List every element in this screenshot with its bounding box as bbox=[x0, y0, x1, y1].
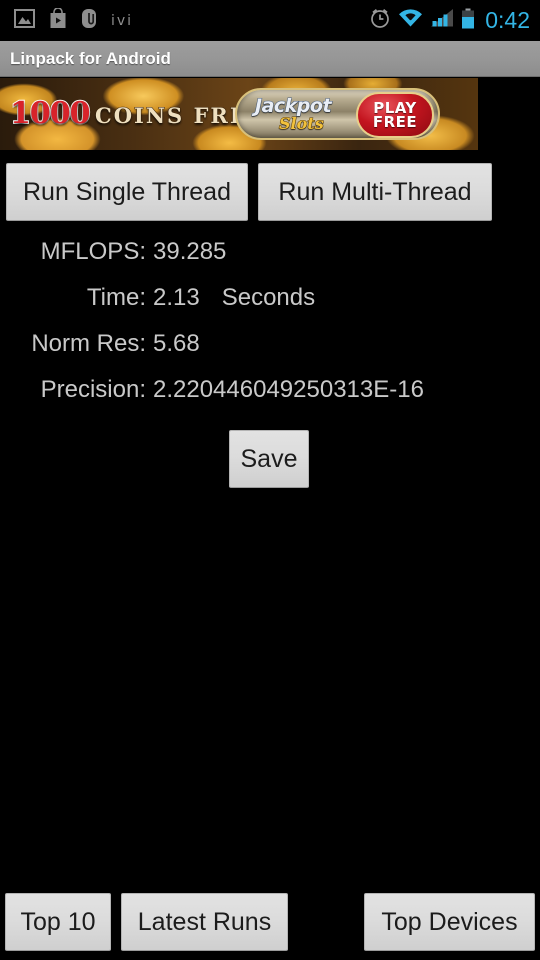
top-10-button[interactable]: Top 10 bbox=[5, 893, 111, 951]
app-title: Linpack for Android bbox=[10, 48, 171, 68]
ad-headline-number: 1000 bbox=[9, 95, 91, 132]
app-title-bar: Linpack for Android bbox=[0, 41, 540, 77]
status-bar-system-icons: 0:42 bbox=[369, 7, 540, 34]
result-row-mflops: MFLOPS: 39.285 bbox=[0, 238, 478, 284]
result-row-time: Time: 2.13 Seconds bbox=[0, 284, 478, 330]
bottom-button-bar: Top 10 Latest Runs Top Devices bbox=[0, 893, 540, 951]
result-value: 5.68 bbox=[153, 330, 200, 357]
result-unit: Seconds bbox=[221, 284, 316, 311]
result-value: 2.13 bbox=[153, 284, 200, 311]
run-single-thread-button[interactable]: Run Single Thread bbox=[6, 163, 248, 221]
battery-icon bbox=[461, 8, 475, 34]
benchmark-results: MFLOPS: 39.285 Time: 2.13 Seconds Norm R… bbox=[0, 238, 478, 422]
ad-cta-line2: FREE bbox=[372, 113, 418, 131]
alarm-clock-icon bbox=[369, 7, 391, 34]
ad-play-free-button[interactable]: PLAY FREE bbox=[356, 92, 434, 138]
app-screen: ivi 0:42 Linpack for Android 1000 COINS … bbox=[0, 0, 540, 960]
result-value: 39.285 bbox=[153, 238, 227, 265]
status-bar: ivi 0:42 bbox=[0, 0, 540, 41]
top-devices-button[interactable]: Top Devices bbox=[364, 893, 535, 951]
photo-icon bbox=[14, 8, 35, 33]
status-bar-notifications: ivi bbox=[0, 6, 369, 34]
result-value: 2.220446049250313E-16 bbox=[153, 376, 424, 403]
ad-banner[interactable]: 1000 COINS FREE Jackpot Slots PLAY FREE bbox=[0, 78, 478, 150]
ad-brand-plaque: Jackpot Slots PLAY FREE bbox=[235, 88, 440, 140]
result-label: Precision: bbox=[40, 376, 146, 403]
result-row-norm-res: Norm Res: 5.68 bbox=[0, 330, 478, 376]
result-row-precision: Precision: 2.220446049250313E-16 bbox=[0, 376, 478, 422]
signal-bars-icon bbox=[430, 8, 454, 33]
result-label: Norm Res: bbox=[31, 330, 146, 357]
paperclip-icon bbox=[81, 8, 97, 34]
wifi-icon bbox=[398, 8, 423, 33]
save-button[interactable]: Save bbox=[229, 430, 309, 488]
ad-brand-bottom: Slots bbox=[279, 114, 325, 134]
latest-runs-button[interactable]: Latest Runs bbox=[121, 893, 288, 951]
run-multi-thread-button[interactable]: Run Multi-Thread bbox=[258, 163, 492, 221]
ivi-brand-label: ivi bbox=[111, 12, 134, 29]
result-label: MFLOPS: bbox=[40, 238, 146, 265]
status-bar-clock: 0:42 bbox=[485, 7, 530, 33]
result-label: Time: bbox=[86, 284, 146, 311]
play-store-icon bbox=[49, 6, 67, 34]
